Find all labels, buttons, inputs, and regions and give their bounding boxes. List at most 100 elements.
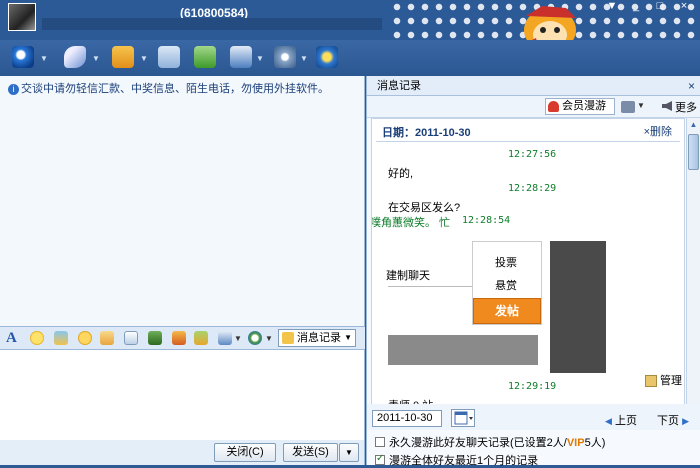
message-timestamp: 12:29:19	[508, 381, 557, 392]
chevron-down-icon[interactable]: ▼	[92, 54, 100, 63]
history-messages[interactable]: 日期：2011-10-30 ×删除 12:27:56 好的, 12:28:29 …	[371, 118, 685, 418]
manage-icon	[645, 375, 657, 388]
option-roam-friend-tail: 5人)	[584, 437, 606, 449]
manage-button[interactable]: 管理	[645, 372, 682, 388]
vip-roam-button[interactable]: 会员漫游	[545, 98, 615, 115]
vip-roam-label: 会员漫游	[562, 100, 606, 112]
hand-icon[interactable]	[100, 331, 114, 345]
history-panel-title: 消息记录 ×	[367, 76, 700, 96]
menu-dropdown-button[interactable]: ▼	[604, 0, 620, 12]
message-text: 好的,	[388, 168, 414, 180]
more-label: 更多	[675, 102, 697, 114]
option-roam-friend[interactable]: 永久漫游此好友聊天记录(已设置2人/VIP5人)	[375, 434, 605, 450]
contact-avatar[interactable]	[8, 3, 36, 31]
arrow-right-icon: ▶	[682, 416, 689, 426]
embedded-dark-panel	[550, 241, 606, 373]
arrow-left-icon: ◀	[605, 416, 612, 426]
message-input[interactable]	[0, 350, 365, 440]
chevron-down-icon[interactable]: ▼	[140, 54, 148, 63]
menu-item-reward: 悬赏	[495, 280, 517, 292]
history-nav-bar: 2011-10-30 ◀ 上页 下页 ▶	[367, 404, 700, 430]
message-text: 噗角蕙微笑。 忙	[371, 217, 451, 229]
close-icon[interactable]: ×	[688, 76, 695, 96]
export-icon[interactable]	[621, 101, 635, 113]
speaker-icon	[662, 101, 672, 111]
date-field[interactable]: 2011-10-30	[372, 410, 442, 427]
menu-item-vote: 投票	[495, 257, 517, 269]
folder-transfer-icon[interactable]	[112, 46, 134, 68]
embedded-gray-block	[388, 335, 538, 365]
history-icon	[282, 332, 294, 344]
gift-icon[interactable]	[172, 331, 186, 345]
chevron-down-icon[interactable]: ▼	[344, 330, 352, 346]
checkbox-roam-friend[interactable]	[375, 437, 385, 448]
refresh-icon[interactable]	[316, 46, 338, 68]
send-options-button[interactable]: ▼	[339, 443, 359, 462]
message-history-label: 消息记录	[297, 332, 341, 344]
security-notice-text: 交谈中请勿轻信汇款、中奖信息、陌生电话，勿使用外挂软件。	[21, 83, 329, 95]
music-icon[interactable]	[194, 331, 208, 345]
message-timestamp: 12:27:56	[508, 149, 557, 160]
font-icon[interactable]: A	[6, 330, 20, 346]
embedded-divider	[388, 286, 472, 287]
option-roam-friend-text: 永久漫游此好友聊天记录(已设置2人/	[389, 437, 567, 449]
image-icon[interactable]	[148, 331, 162, 345]
previous-page-label: 上页	[614, 415, 637, 427]
info-icon: i	[8, 84, 19, 95]
vip-icon	[548, 101, 559, 112]
signature-bar	[42, 18, 382, 30]
calendar-button[interactable]	[451, 409, 475, 427]
chevron-down-icon[interactable]: ▼	[40, 54, 48, 63]
message-text: 在交易区发么?	[388, 202, 461, 214]
security-notice: i 交谈中请勿轻信汇款、中奖信息、陌生电话，勿使用外挂软件。	[8, 80, 329, 96]
screenshot-icon[interactable]	[124, 331, 138, 345]
chevron-down-icon[interactable]: ▼	[256, 54, 264, 63]
vip-badge: VIP	[566, 437, 585, 449]
settings-icon[interactable]	[274, 46, 296, 68]
checkbox-roam-all[interactable]	[375, 453, 385, 466]
history-scrollbar[interactable]: ▲ ▼	[686, 118, 700, 418]
mic-icon[interactable]	[64, 46, 86, 68]
send-button[interactable]: 发送(S)	[283, 443, 338, 462]
chevron-down-icon[interactable]: ▼	[300, 54, 308, 63]
history-panel: 消息记录 × 会员漫游 ▼ 更多 日期：2011-10-30 ×删除 12:27…	[366, 76, 700, 468]
embedded-menu: 投票 悬赏 发帖	[472, 241, 542, 325]
close-button[interactable]: 关闭(C)	[214, 443, 276, 462]
magic-face-icon[interactable]	[54, 331, 68, 345]
chat-display-area[interactable]: i 交谈中请勿轻信汇款、中奖信息、陌生电话，勿使用外挂软件。	[0, 76, 365, 326]
toolbar	[0, 40, 700, 76]
date-divider	[376, 141, 680, 142]
manage-label: 管理	[660, 375, 682, 387]
calendar-icon	[454, 411, 473, 425]
minimize-button[interactable]: _	[628, 0, 644, 12]
history-title-text: 消息记录	[377, 80, 421, 92]
add-app-icon[interactable]	[194, 46, 216, 68]
screen-capture-icon[interactable]	[218, 331, 232, 345]
history-toolbar: 会员漫游 ▼ 更多	[367, 96, 700, 118]
option-roam-all-text: 漫游全体好友最近1个月的记录	[389, 455, 539, 467]
chevron-down-icon[interactable]: ▼	[265, 334, 273, 343]
scroll-thumb[interactable]	[688, 134, 699, 170]
message-history-button[interactable]: 消息记录 ▼	[278, 329, 356, 347]
mail-icon[interactable]	[158, 46, 180, 68]
delete-button[interactable]: ×删除	[644, 123, 672, 139]
menu-item-post: 发帖	[473, 298, 541, 324]
apps-icon[interactable]	[248, 331, 262, 345]
next-page-label: 下页	[657, 415, 679, 427]
previous-page-button[interactable]: ◀ 上页	[605, 412, 637, 428]
close-window-button[interactable]: ×	[676, 0, 692, 12]
option-roam-all[interactable]: 漫游全体好友最近1个月的记录	[375, 452, 538, 468]
chevron-down-icon[interactable]: ▼	[637, 101, 645, 110]
more-button[interactable]: 更多	[662, 99, 697, 115]
video-icon[interactable]	[12, 46, 34, 68]
history-date-header: 日期：2011-10-30	[382, 127, 471, 139]
remote-assist-icon[interactable]	[230, 46, 252, 68]
next-page-button[interactable]: 下页 ▶	[657, 412, 689, 428]
message-timestamp: 12:28:29	[508, 183, 557, 194]
emoji-icon[interactable]	[30, 331, 44, 345]
nudge-icon[interactable]	[78, 331, 92, 345]
message-timestamp: 12:28:54	[462, 215, 511, 226]
chevron-down-icon[interactable]: ▼	[234, 334, 242, 343]
maximize-button[interactable]: □	[652, 0, 668, 12]
scroll-up-icon[interactable]: ▲	[687, 118, 700, 131]
